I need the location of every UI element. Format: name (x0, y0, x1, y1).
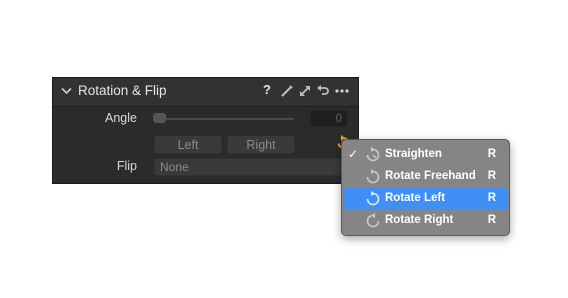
straighten-icon (366, 147, 380, 162)
menu-item-straighten[interactable]: ✓ Straighten R (343, 144, 508, 166)
panel-header: Rotation & Flip ? (53, 78, 358, 107)
chevron-down-icon[interactable] (61, 87, 72, 95)
menu-item-rotate-freehand[interactable]: Rotate Freehand R (343, 166, 508, 188)
flip-select[interactable]: None (154, 158, 344, 176)
angle-slider[interactable] (154, 118, 294, 120)
flip-label: Flip (116, 159, 137, 173)
rotate-right-button[interactable]: Right (227, 135, 295, 154)
menu-item-label: Straighten (385, 148, 442, 160)
menu-item-rotate-right[interactable]: Rotate Right R (343, 210, 508, 232)
rotation-tool-menu: ✓ Straighten R Rotate Freehand R Rotate … (341, 139, 510, 236)
reset-icon[interactable] (316, 84, 330, 98)
menu-item-shortcut: R (487, 192, 496, 204)
menu-item-label: Rotate Right (385, 214, 454, 226)
checkmark-icon: ✓ (348, 147, 359, 161)
menu-item-label: Rotate Left (385, 192, 446, 204)
panel-title: Rotation & Flip (78, 83, 167, 98)
menu-item-shortcut: R (487, 170, 496, 182)
menu-item-label: Rotate Freehand (385, 170, 476, 182)
expand-icon[interactable] (298, 84, 312, 98)
help-icon[interactable]: ? (263, 82, 277, 97)
menu-item-shortcut: R (487, 148, 496, 160)
rotate-left-icon (366, 191, 380, 206)
menu-item-rotate-left[interactable]: Rotate Left R (343, 188, 508, 210)
menu-item-shortcut: R (487, 214, 496, 226)
angle-slider-handle[interactable] (153, 113, 166, 123)
angle-label: Angle (105, 111, 137, 125)
more-icon[interactable] (334, 84, 350, 98)
rotate-freehand-icon (366, 169, 380, 184)
rotate-right-icon (366, 213, 380, 228)
angle-input[interactable]: 0 (310, 110, 348, 127)
rotation-flip-panel: Rotation & Flip ? Angle 0 Left Right Fli… (52, 77, 359, 184)
rotate-left-button[interactable]: Left (154, 135, 222, 154)
pen-icon[interactable] (280, 84, 294, 98)
